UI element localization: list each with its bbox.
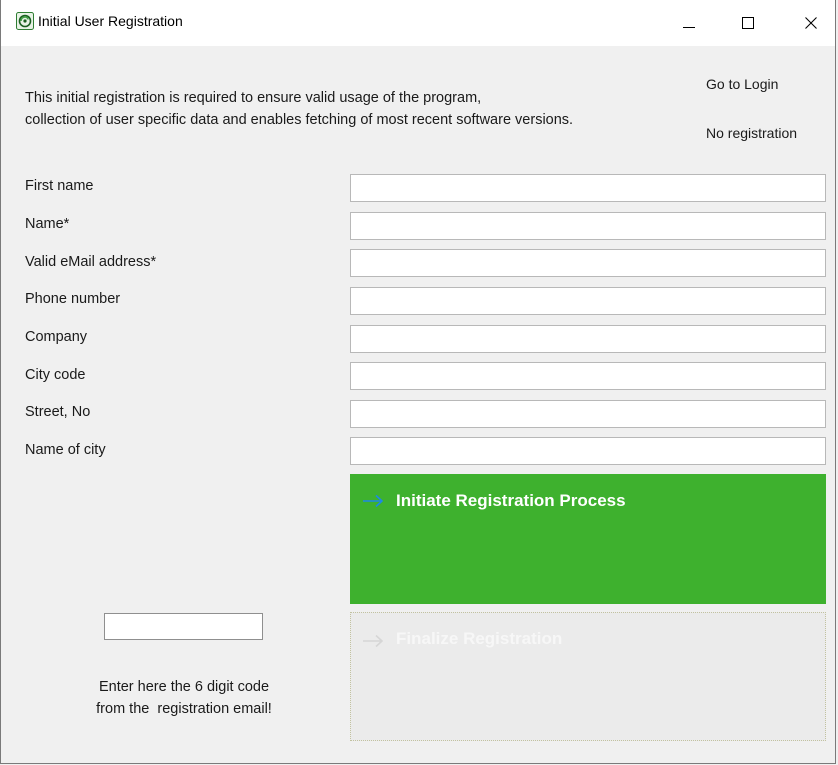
first-name-input[interactable] <box>350 174 826 202</box>
city-name-input[interactable] <box>350 437 826 465</box>
no-registration-link[interactable]: No registration <box>706 125 797 141</box>
arrow-right-icon <box>362 494 384 513</box>
close-button[interactable] <box>788 0 834 46</box>
verification-code-input[interactable] <box>104 613 263 640</box>
street-label: Street, No <box>25 404 91 420</box>
window-title: Initial User Registration <box>38 13 183 29</box>
phone-label: Phone number <box>25 291 121 307</box>
registration-app-icon <box>16 12 34 30</box>
city-code-label: City code <box>25 367 86 383</box>
street-input[interactable] <box>350 400 826 428</box>
intro-text: This initial registration is required to… <box>25 87 573 131</box>
first-name-label: First name <box>25 178 94 194</box>
intro-line-1: This initial registration is required to… <box>25 90 482 106</box>
finalize-registration-label: Finalize Registration <box>396 629 563 648</box>
city-code-input[interactable] <box>350 362 826 390</box>
registration-window: Initial User Registration This initial r… <box>0 0 836 764</box>
title-bar[interactable]: Initial User Registration <box>1 0 835 46</box>
finalize-registration-button[interactable]: Finalize Registration <box>350 612 826 741</box>
arrow-right-icon <box>362 634 384 653</box>
phone-input[interactable] <box>350 287 826 315</box>
name-label: Name* <box>25 216 70 232</box>
name-input[interactable] <box>350 212 826 240</box>
initiate-registration-label: Initiate Registration Process <box>396 491 626 510</box>
maximize-button[interactable] <box>725 0 771 46</box>
close-icon <box>805 17 817 29</box>
email-label: Valid eMail address* <box>25 254 157 270</box>
maximize-icon <box>742 17 754 29</box>
minimize-icon <box>683 17 695 29</box>
city-name-label: Name of city <box>25 442 106 458</box>
email-input[interactable] <box>350 249 826 277</box>
minimize-button[interactable] <box>666 0 712 46</box>
code-hint-line-1: Enter here the 6 digit code <box>98 679 270 695</box>
intro-line-2: collection of user specific data and ena… <box>25 112 574 128</box>
initiate-registration-button[interactable]: Initiate Registration Process <box>350 474 826 604</box>
company-input[interactable] <box>350 325 826 353</box>
go-to-login-link[interactable]: Go to Login <box>706 76 778 92</box>
company-label: Company <box>25 329 88 345</box>
code-hint-line-2: from the registration email! <box>96 701 272 717</box>
code-hint: Enter here the 6 digit code from the reg… <box>39 676 329 720</box>
